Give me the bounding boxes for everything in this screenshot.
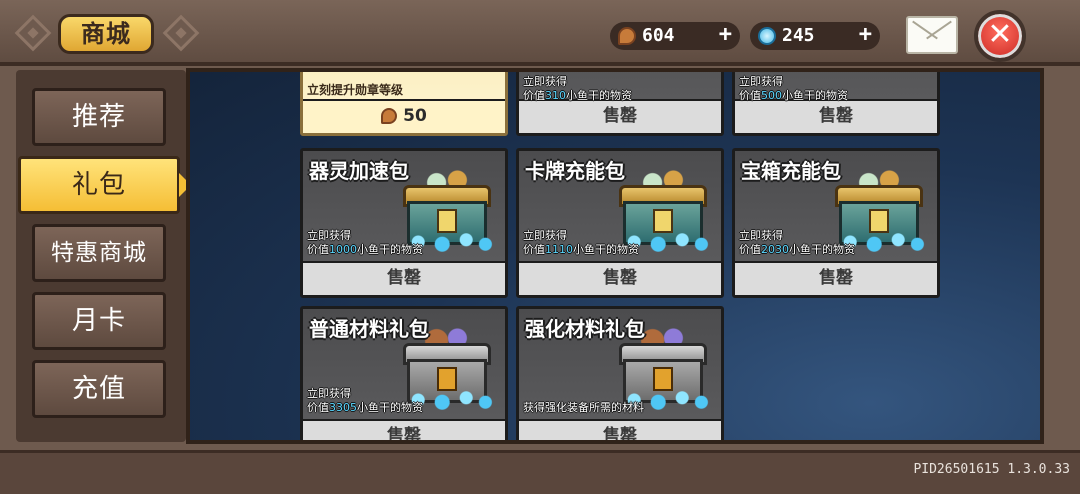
sidebar-item-gift-pack[interactable]: 礼包	[18, 156, 191, 214]
gem-count: 245	[782, 25, 815, 46]
version-label: PID26501615 1.3.0.33	[913, 462, 1070, 477]
page-title: 商城	[58, 14, 154, 54]
card-desc-line2: 价值1000小鱼干的物资	[307, 243, 423, 256]
card-desc-line2: 价值2030小鱼干的物资	[739, 243, 855, 256]
price-value: 50	[403, 106, 427, 126]
add-fish-button[interactable]: +	[719, 22, 732, 48]
currency-gem: 245 +	[750, 22, 880, 50]
mail-icon[interactable]	[906, 16, 958, 54]
close-button[interactable]: ✕	[974, 10, 1026, 62]
sidebar-item-recharge[interactable]: 充值	[32, 360, 166, 418]
add-gem-button[interactable]: +	[859, 22, 872, 48]
sold-out-label: 售罄	[519, 99, 721, 133]
gift-card-spirit-speedup[interactable]: 器灵加速包 立即获得 价值1000小鱼干的物资 售罄	[300, 148, 508, 298]
gift-card[interactable]: 立即获得 价值500小鱼干的物资 售罄	[732, 72, 940, 136]
gift-card-enhance-material[interactable]: 强化材料礼包 获得强化装备所需的材料 售罄	[516, 306, 724, 440]
currency-fish: 604 +	[610, 22, 740, 50]
sold-out-label: 售罄	[303, 419, 505, 440]
sidebar-item-monthly-card[interactable]: 月卡	[32, 292, 166, 350]
sold-out-label: 售罄	[303, 261, 505, 295]
card-title: 普通材料礼包	[309, 317, 429, 341]
card-description: 立刻提升勋章等级	[307, 83, 404, 97]
gift-card-chest-charge[interactable]: 宝箱充能包 立即获得 价值2030小鱼干的物资 售罄	[732, 148, 940, 298]
sidebar-item-recommend[interactable]: 推荐	[32, 88, 166, 146]
card-title: 卡牌充能包	[525, 159, 625, 183]
card-desc-line2: 价值500小鱼干的物资	[739, 89, 848, 102]
gift-card-card-charge[interactable]: 卡牌充能包 立即获得 价值1110小鱼干的物资 售罄	[516, 148, 724, 298]
card-title: 强化材料礼包	[525, 317, 645, 341]
card-title: 宝箱充能包	[741, 159, 841, 183]
card-title: 器灵加速包	[309, 159, 409, 183]
card-desc-line2: 价值1110小鱼干的物资	[523, 243, 639, 256]
card-desc-line2: 价值310小鱼干的物资	[523, 89, 632, 102]
sold-out-label: 售罄	[735, 261, 937, 295]
sold-out-label: 售罄	[519, 261, 721, 295]
shop-panel: 立刻提升勋章等级 50 立即获得 价值310小鱼干的物资 售罄 立即获得 价值5…	[186, 68, 1044, 444]
card-price[interactable]: 50	[303, 99, 505, 133]
fish-icon	[618, 27, 636, 45]
card-desc-line2: 获得强化装备所需的材料	[523, 401, 644, 414]
fish-icon	[381, 108, 398, 124]
sidebar-item-special-shop[interactable]: 特惠商城	[32, 224, 166, 282]
gift-card[interactable]: 立刻提升勋章等级 50	[300, 72, 508, 136]
sold-out-label: 售罄	[735, 99, 937, 133]
fish-count: 604	[642, 25, 675, 46]
sold-out-label: 售罄	[519, 419, 721, 440]
gift-card-normal-material[interactable]: 普通材料礼包 立即获得 价值3305小鱼干的物资 售罄	[300, 306, 508, 440]
gem-icon	[758, 27, 776, 45]
card-desc-line2: 价值3305小鱼干的物资	[307, 401, 423, 414]
gift-card[interactable]: 立即获得 价值310小鱼干的物资 售罄	[516, 72, 724, 136]
